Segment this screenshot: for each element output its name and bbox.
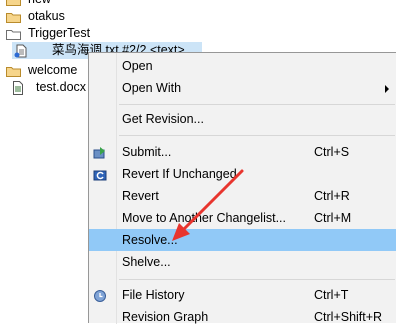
menu-item-revert-if-unchanged[interactable]: Revert If Unchanged	[89, 163, 396, 185]
menu-separator	[119, 279, 395, 280]
menu-item-shortcut: Ctrl+M	[314, 211, 352, 225]
tree-item-label: otakus	[28, 9, 65, 23]
tree-item-label: test.docx	[36, 80, 87, 94]
revert-icon	[93, 167, 108, 181]
folder-icon	[6, 65, 21, 77]
tree-item-test-docx[interactable]: test.docx	[12, 79, 88, 96]
menu-item-label: File History	[122, 288, 185, 302]
text-file-checked-out-icon	[14, 44, 27, 58]
menu-item-label: Revert	[122, 189, 159, 203]
menu-item-shelve[interactable]: Shelve...	[89, 251, 396, 273]
folder-icon	[6, 0, 21, 6]
menu-item-shortcut: Ctrl+S	[314, 145, 350, 159]
menu-item-submit[interactable]: Submit... Ctrl+S	[89, 141, 396, 163]
menu-item-revert[interactable]: Revert Ctrl+R	[89, 185, 396, 207]
menu-item-resolve[interactable]: Resolve...	[89, 229, 396, 251]
menu-item-shortcut: Ctrl+T	[314, 288, 349, 302]
menu-item-label: Revision Graph	[122, 310, 209, 324]
menu-item-open[interactable]: Open	[89, 55, 396, 77]
folder-open-icon	[6, 28, 21, 40]
menu-item-label: Open	[122, 59, 153, 73]
menu-item-open-with[interactable]: Open With	[89, 77, 396, 99]
menu-item-label: Resolve...	[122, 233, 178, 247]
menu-item-label: Get Revision...	[122, 112, 204, 126]
submit-icon	[93, 145, 108, 159]
tree-item-triggertest[interactable]: TriggerTest	[4, 25, 104, 42]
menu-separator	[119, 135, 395, 136]
history-icon	[93, 288, 108, 302]
menu-item-revision-graph[interactable]: Revision Graph Ctrl+Shift+R	[89, 306, 396, 328]
menu-item-label: Move to Another Changelist...	[122, 211, 286, 225]
tree-item-new[interactable]: new	[4, 0, 84, 8]
menu-item-file-history[interactable]: File History Ctrl+T	[89, 284, 396, 306]
menu-item-label: Revert If Unchanged	[122, 167, 237, 181]
folder-icon	[6, 11, 21, 23]
menu-item-shortcut: Ctrl+R	[314, 189, 350, 203]
tree-item-otakus[interactable]: otakus	[4, 8, 84, 25]
context-menu: Open Open With Get Revision... Submit...…	[88, 52, 396, 324]
menu-item-label: Open With	[122, 81, 182, 95]
menu-item-get-revision[interactable]: Get Revision...	[89, 108, 396, 130]
submenu-arrow-icon	[385, 85, 389, 93]
menu-item-move-changelist[interactable]: Move to Another Changelist... Ctrl+M	[89, 207, 396, 229]
tree-item-welcome[interactable]: welcome	[4, 62, 88, 79]
menu-separator	[119, 104, 395, 105]
tree-item-label: welcome	[28, 63, 78, 77]
tree-item-label: TriggerTest	[28, 26, 91, 40]
tree-item-label: new	[28, 0, 51, 8]
document-file-icon	[12, 81, 23, 95]
menu-item-label: Submit...	[122, 145, 172, 159]
menu-item-shortcut: Ctrl+Shift+R	[314, 310, 383, 324]
menu-item-label: Shelve...	[122, 255, 171, 269]
